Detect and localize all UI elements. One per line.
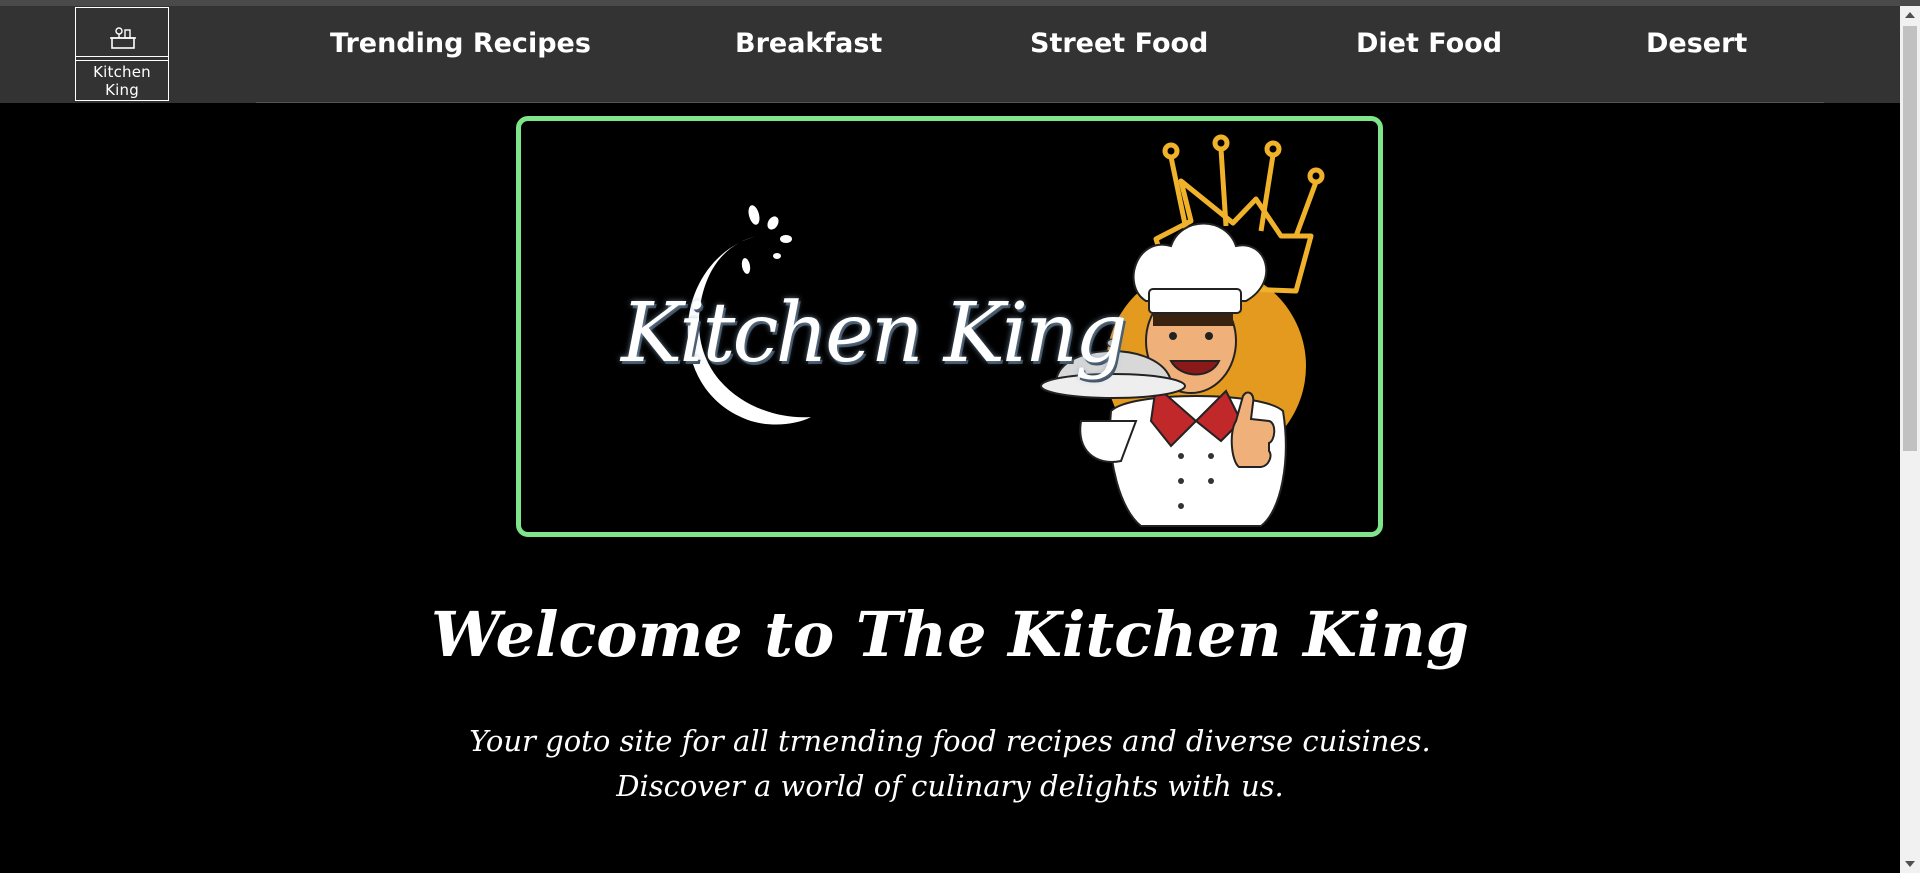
splash-drop	[773, 253, 781, 259]
logo-divider	[76, 56, 168, 57]
nav-divider	[256, 102, 1824, 103]
logo-text: Kitchen King	[93, 63, 151, 99]
tagline-line-1: Your goto site for all trnending food re…	[469, 724, 1431, 758]
scroll-thumb[interactable]	[1903, 26, 1917, 451]
splash-drop	[780, 235, 792, 243]
splash-drop	[748, 205, 760, 225]
navbar: Kitchen King Trending Recipes Breakfast …	[0, 6, 1900, 103]
splash-drop	[767, 216, 779, 230]
page: Kitchen King Trending Recipes Breakfast …	[0, 0, 1920, 873]
scroll-down-icon[interactable]	[1905, 861, 1915, 867]
nav-item-breakfast[interactable]: Breakfast	[735, 28, 882, 59]
splash-drop	[741, 258, 751, 274]
kitchen-pot-icon	[110, 27, 136, 49]
hero-banner: Kitchen King	[516, 116, 1383, 537]
nav-item-desert[interactable]: Desert	[1646, 28, 1747, 59]
logo-divider	[76, 60, 168, 61]
nav-item-trending-recipes[interactable]: Trending Recipes	[330, 28, 591, 59]
page-title: Welcome to The Kitchen King	[430, 598, 1469, 671]
vertical-scrollbar[interactable]	[1900, 6, 1920, 873]
nav-item-street-food[interactable]: Street Food	[1030, 28, 1208, 59]
nav-item-diet-food[interactable]: Diet Food	[1356, 28, 1502, 59]
scroll-up-icon[interactable]	[1905, 12, 1915, 18]
hero-brand-text: Kitchen King	[621, 286, 1127, 381]
site-logo[interactable]: Kitchen King	[75, 7, 169, 101]
tagline-line-2: Discover a world of culinary delights wi…	[616, 769, 1284, 803]
